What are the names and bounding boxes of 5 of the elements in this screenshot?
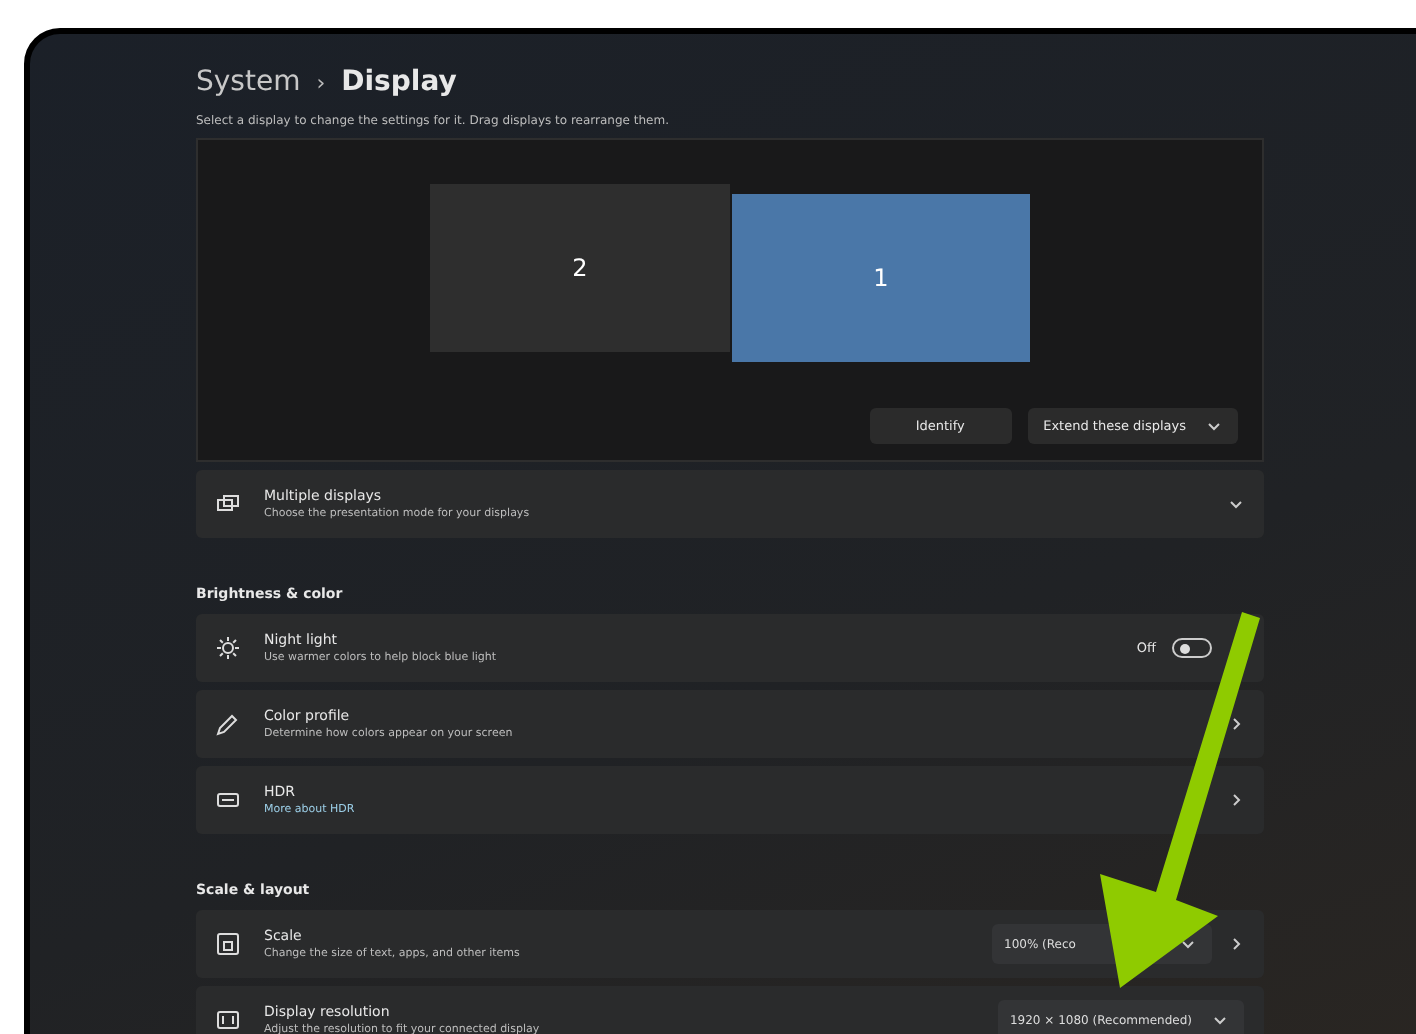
monitor-tile[interactable]: 1 (732, 194, 1030, 362)
breadcrumb-separator: › (316, 69, 326, 95)
monitor-tile[interactable]: 2 (430, 184, 730, 352)
page-title: Display (341, 66, 457, 98)
breadcrumb-parent[interactable]: System (196, 66, 301, 98)
